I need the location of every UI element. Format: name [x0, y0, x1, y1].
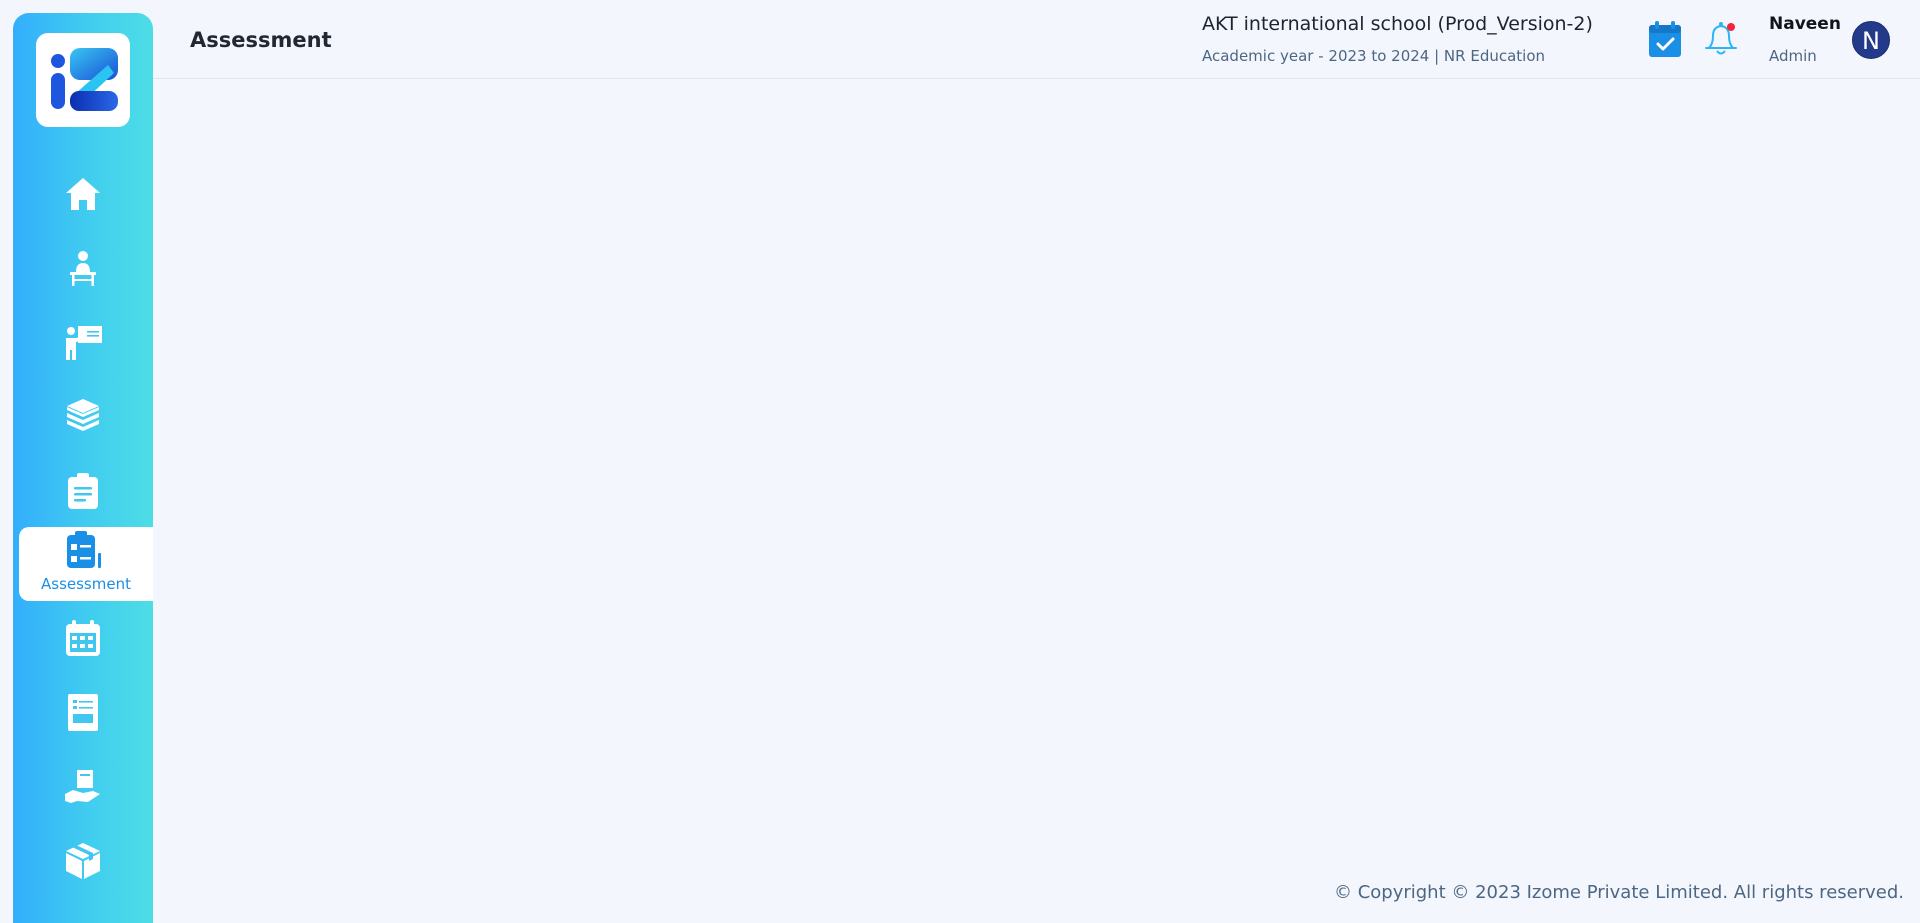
- school-name: AKT international school (Prod_Version-2…: [1202, 13, 1593, 35]
- box-icon: [63, 840, 103, 880]
- books-stack-icon: [63, 396, 103, 436]
- izome-logo-icon: [51, 48, 118, 111]
- user-name: Naveen: [1769, 14, 1841, 34]
- user-role: Admin: [1769, 47, 1817, 65]
- calendar-button[interactable]: [1648, 20, 1682, 58]
- bell-icon: [1705, 22, 1737, 55]
- home-icon: [63, 174, 103, 214]
- sidebar-item-hand-book[interactable]: [13, 749, 153, 823]
- sidebar-item-box[interactable]: [13, 823, 153, 897]
- calendar-check-icon: [1649, 21, 1681, 57]
- clipboard-icon: [63, 470, 103, 510]
- notifications-button[interactable]: [1701, 18, 1741, 58]
- notification-dot: [1727, 23, 1735, 31]
- calendar-icon: [63, 618, 103, 658]
- assessment-icon: [63, 529, 103, 569]
- sidebar: Assessment: [13, 13, 153, 923]
- teacher-board-icon: [63, 322, 103, 362]
- sidebar-item-books-stack[interactable]: [13, 379, 153, 453]
- sidebar-item-assessment[interactable]: Assessment: [19, 527, 153, 601]
- question-paper-icon: [63, 692, 103, 732]
- sidebar-item-question-paper[interactable]: [13, 675, 153, 749]
- sidebar-item-teacher-board[interactable]: [13, 305, 153, 379]
- sidebar-item-home[interactable]: [13, 157, 153, 231]
- sidebar-item-calendar[interactable]: [13, 601, 153, 675]
- hand-book-icon: [63, 766, 103, 806]
- user-avatar[interactable]: N: [1852, 21, 1890, 59]
- student-desk-icon: [63, 248, 103, 288]
- sidebar-item-student-desk[interactable]: [13, 231, 153, 305]
- copyright-footer: © Copyright © 2023 Izome Private Limited…: [1333, 882, 1904, 903]
- top-header: Assessment AKT international school (Pro…: [153, 0, 1920, 79]
- app-logo[interactable]: [36, 33, 130, 127]
- sidebar-item-label: Assessment: [41, 575, 131, 593]
- academic-year-label: Academic year - 2023 to 2024 | NR Educat…: [1202, 47, 1546, 65]
- sidebar-item-clipboard[interactable]: [13, 453, 153, 527]
- page-title: Assessment: [190, 28, 332, 52]
